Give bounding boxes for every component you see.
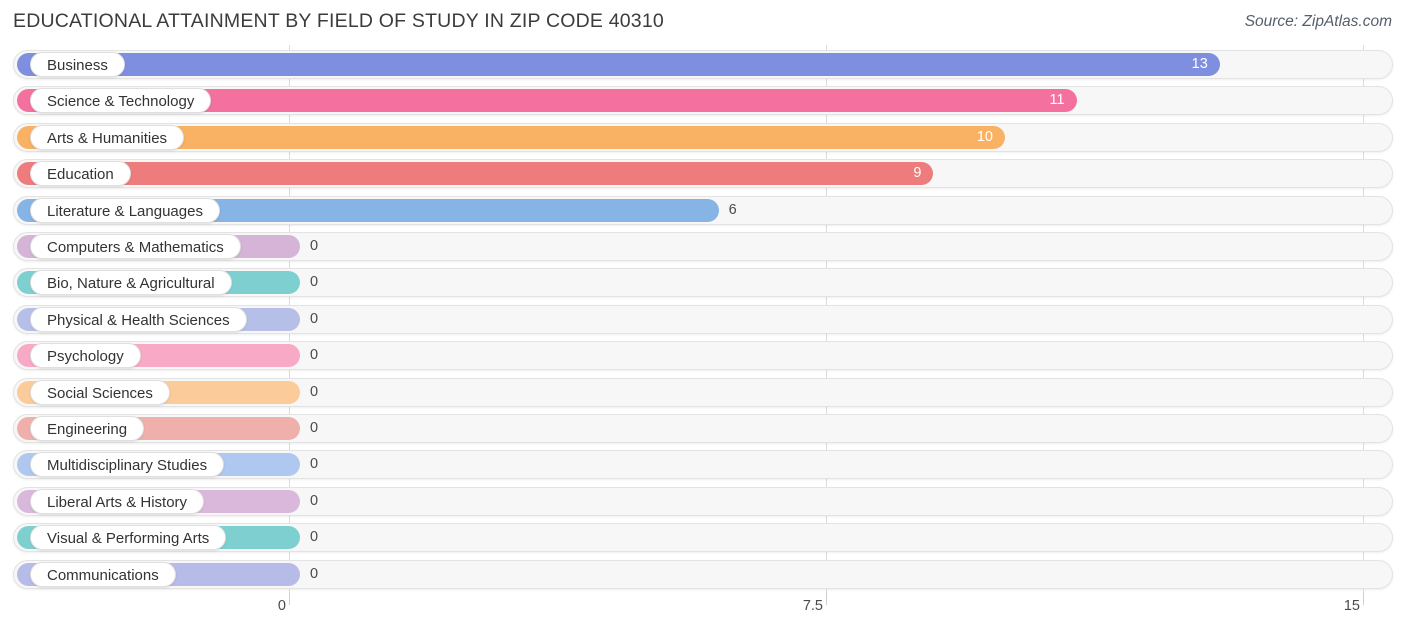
chart-plot-area: 13 Business 11 Science & Technology 10 Arts &… — [0, 45, 1406, 596]
bar-row[interactable]: 0 Physical & Health Sciences — [0, 303, 1406, 337]
x-axis-label: 0 — [277, 598, 286, 614]
bar-value-label: 0 — [310, 456, 319, 473]
page-title: EDUCATIONAL ATTAINMENT BY FIELD OF STUDY… — [13, 10, 664, 32]
x-axis-label: 7.5 — [802, 598, 823, 614]
bar-value-label: 0 — [310, 347, 319, 364]
bar-row[interactable]: 0 Social Sciences — [0, 376, 1406, 410]
category-label: Visual & Performing Arts — [30, 525, 227, 551]
bar-row[interactable]: 0 Multidisciplinary Studies — [0, 448, 1406, 482]
category-label: Social Sciences — [30, 379, 170, 405]
bar-row[interactable]: 0 Visual & Performing Arts — [0, 521, 1406, 555]
bar-value-label: 0 — [310, 529, 319, 546]
bar-value-label: 9 — [913, 165, 922, 182]
bar-value-label: 0 — [310, 383, 319, 400]
bar-value-label: 10 — [976, 128, 993, 145]
chart-header: EDUCATIONAL ATTAINMENT BY FIELD OF STUDY… — [0, 0, 1406, 45]
category-label: Communications — [30, 561, 176, 587]
category-label: Psychology — [30, 343, 141, 369]
bar-value-label: 0 — [310, 238, 319, 254]
category-label: Bio, Nature & Agricultural — [30, 270, 232, 296]
bar-value-label: 0 — [310, 420, 319, 436]
value-bar[interactable]: 13 — [17, 53, 1220, 76]
category-label: Arts & Humanities — [30, 124, 185, 150]
bar-value-label: 6 — [728, 201, 737, 218]
bar-row[interactable]: 0 Communications — [0, 558, 1406, 592]
category-label: Multidisciplinary Studies — [30, 452, 225, 478]
bar-value-label: 11 — [1049, 92, 1065, 109]
x-axis-tick — [289, 592, 290, 605]
bar-value-label: 0 — [310, 492, 319, 509]
bar-value-label: 0 — [310, 565, 319, 582]
source-attribution: Source: ZipAtlas.com — [1244, 13, 1392, 30]
bar-row[interactable]: 0 Engineering — [0, 412, 1406, 446]
bar-row[interactable]: 0 Psychology — [0, 339, 1406, 373]
category-label: Literature & Languages — [30, 197, 220, 223]
bar-row[interactable]: 0 Bio, Nature & Agricultural — [0, 266, 1406, 300]
x-axis-tick — [826, 592, 827, 605]
category-label: Engineering — [30, 416, 145, 441]
bar-row[interactable]: 13 Business — [0, 48, 1406, 82]
category-label: Liberal Arts & History — [30, 488, 205, 514]
bar-row[interactable]: 0 Computers & Mathematics — [0, 230, 1406, 264]
bar-value-label: 0 — [310, 310, 319, 327]
x-axis: 0 7.5 15 — [0, 592, 1406, 631]
bar-rows: 13 Business 11 Science & Technology 10 Arts &… — [0, 45, 1406, 596]
category-label: Science & Technology — [30, 88, 212, 114]
bar-row[interactable]: Literature & Languages 6 — [0, 194, 1406, 228]
bar-row[interactable]: 0 Liberal Arts & History — [0, 485, 1406, 519]
category-label: Computers & Mathematics — [30, 234, 241, 259]
x-axis-label: 15 — [1343, 598, 1360, 614]
value-bar[interactable]: 9 — [17, 162, 934, 186]
bar-row[interactable]: 11 Science & Technology — [0, 84, 1406, 118]
bar-value-label: 13 — [1191, 56, 1208, 72]
x-axis-tick — [1363, 592, 1364, 605]
bar-row[interactable]: 10 Arts & Humanities — [0, 121, 1406, 155]
category-label: Physical & Health Sciences — [30, 306, 247, 332]
category-label: Education — [30, 161, 131, 187]
bar-value-label: 0 — [310, 274, 319, 291]
category-label: Business — [30, 52, 125, 77]
bar-row[interactable]: 9 Education — [0, 157, 1406, 191]
